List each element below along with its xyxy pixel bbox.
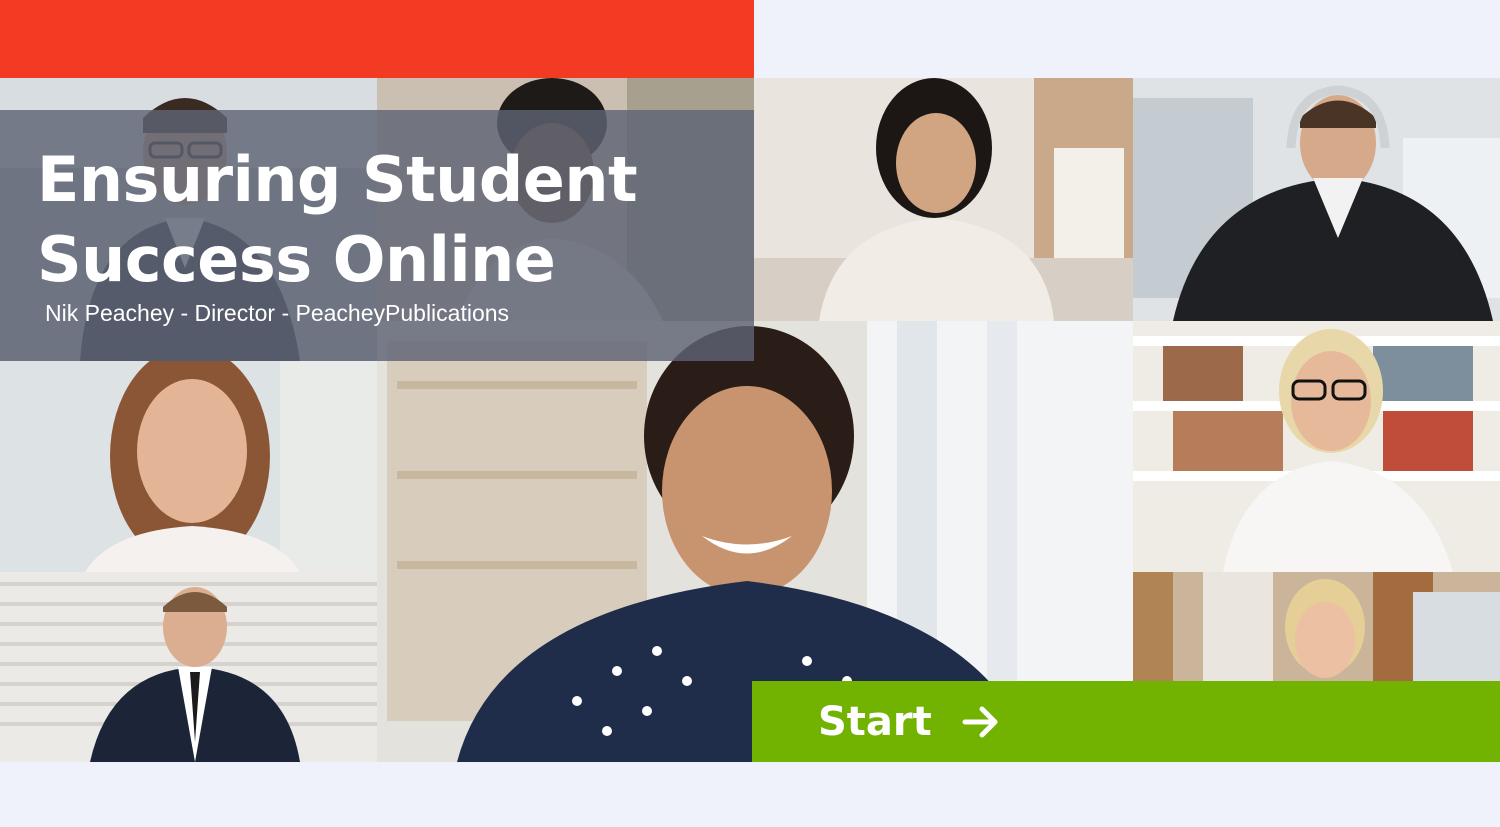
photo-woman-blonde-office	[1133, 572, 1500, 681]
start-button[interactable]: Start	[752, 681, 1500, 762]
slide-subtitle: Nik Peachey - Director - PeacheyPublicat…	[45, 300, 510, 326]
slide-title: Ensuring Student Success Online	[37, 140, 737, 300]
title-overlay-panel: Ensuring Student Success Online Nik Peac…	[0, 110, 754, 361]
photo-woman-white-tee	[754, 78, 1133, 321]
start-button-label: Start	[818, 698, 932, 745]
slide-title-line-1: Ensuring Student	[37, 143, 638, 216]
photo-man-navy-suit	[0, 572, 377, 762]
photo-woman-glasses-bookshelf	[1133, 321, 1500, 572]
top-right-band	[754, 0, 1500, 78]
photo-man-headphones	[1133, 78, 1500, 321]
bottom-band	[0, 762, 1500, 827]
arrow-right-icon	[962, 706, 998, 737]
photo-woman-auburn-hair	[0, 361, 377, 572]
slide-title-line-2: Success Online	[37, 223, 556, 296]
top-red-band	[0, 0, 754, 78]
